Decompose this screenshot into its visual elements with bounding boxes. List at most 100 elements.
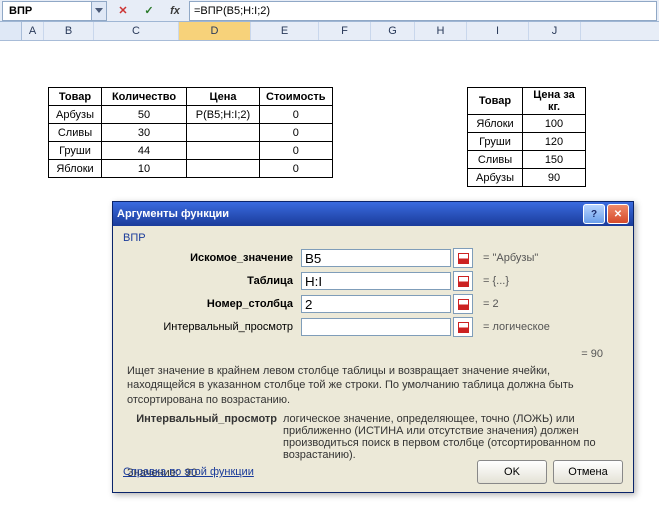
dialog-title: Аргументы функции xyxy=(117,208,229,220)
argument-text: логическое значение, определяющее, точно… xyxy=(283,413,619,461)
range-select-button[interactable] xyxy=(453,271,473,291)
help-link[interactable]: Справка по этой функции xyxy=(123,466,254,478)
cell[interactable] xyxy=(187,142,260,160)
table-row: Арбузы90 xyxy=(468,169,586,187)
cancel-formula-button[interactable]: ✕ xyxy=(113,2,133,20)
table-row: Яблоки100 xyxy=(468,115,586,133)
cell[interactable]: 100 xyxy=(523,115,586,133)
col-header-F[interactable]: F xyxy=(319,22,371,40)
cell[interactable]: 44 xyxy=(102,142,187,160)
select-all-corner[interactable] xyxy=(0,22,22,40)
price-table: Товар Цена за кг. Яблоки100 Груши120 Сли… xyxy=(467,87,586,187)
arg-result: = 2 xyxy=(483,298,499,310)
name-box-dropdown[interactable] xyxy=(92,1,107,21)
function-description: Ищет значение в крайнем левом столбце та… xyxy=(127,364,619,407)
col-product: Товар xyxy=(468,88,523,115)
table-row: Груши120 xyxy=(468,133,586,151)
table-row: Яблоки10 0 xyxy=(49,160,333,178)
arg-result: = логическое xyxy=(483,321,550,333)
arg-row: Таблица = {...} xyxy=(123,271,623,291)
formula-text: =ВПР(B5;H:I;2) xyxy=(194,5,270,17)
arg-label: Номер_столбца xyxy=(123,298,301,310)
arg-row: Интервальный_просмотр = логическое xyxy=(123,317,623,337)
goods-table: Товар Количество Цена Стоимость Арбузы50… xyxy=(48,87,333,178)
table-header-row: Товар Цена за кг. xyxy=(468,88,586,115)
fx-button[interactable]: fx xyxy=(165,2,185,20)
col-product: Товар xyxy=(49,88,102,106)
cell[interactable]: Сливы xyxy=(468,151,523,169)
arg-input-col-index[interactable] xyxy=(301,295,451,313)
column-headers: A B C D E F G H I J xyxy=(0,22,659,41)
range-select-button[interactable] xyxy=(453,317,473,337)
cell[interactable] xyxy=(187,124,260,142)
name-box[interactable] xyxy=(2,1,92,21)
arg-result: = {...} xyxy=(483,275,509,287)
help-button[interactable]: ? xyxy=(583,204,605,224)
cell[interactable]: 30 xyxy=(102,124,187,142)
cell[interactable]: 120 xyxy=(523,133,586,151)
cell[interactable]: 10 xyxy=(102,160,187,178)
range-select-button[interactable] xyxy=(453,294,473,314)
range-ref-icon xyxy=(458,299,469,310)
argument-description: Интервальный_просмотр логическое значени… xyxy=(127,413,619,461)
range-ref-icon xyxy=(458,253,469,264)
col-header-H[interactable]: H xyxy=(415,22,467,40)
argument-name: Интервальный_просмотр xyxy=(127,413,283,461)
cancel-button[interactable]: Отмена xyxy=(553,460,623,484)
col-header-G[interactable]: G xyxy=(371,22,415,40)
cell[interactable]: Груши xyxy=(49,142,102,160)
accept-formula-button[interactable]: ✓ xyxy=(139,2,159,20)
range-ref-icon xyxy=(458,276,469,287)
col-header-A[interactable]: A xyxy=(22,22,44,40)
col-header-D[interactable]: D xyxy=(179,22,251,40)
col-header-C[interactable]: C xyxy=(94,22,179,40)
arg-row: Номер_столбца = 2 xyxy=(123,294,623,314)
arg-input-table[interactable] xyxy=(301,272,451,290)
cell[interactable]: 0 xyxy=(260,142,333,160)
close-button[interactable]: ✕ xyxy=(607,204,629,224)
table-header-row: Товар Количество Цена Стоимость xyxy=(49,88,333,106)
cell[interactable]: Арбузы xyxy=(468,169,523,187)
cell[interactable]: 0 xyxy=(260,160,333,178)
formula-input[interactable]: =ВПР(B5;H:I;2) xyxy=(189,1,657,21)
cell[interactable]: Арбузы xyxy=(49,106,102,124)
cell-editing[interactable]: Р(B5;H:I;2) xyxy=(187,106,260,124)
arg-label: Таблица xyxy=(123,275,301,287)
spreadsheet-grid[interactable]: Товар Количество Цена Стоимость Арбузы50… xyxy=(0,41,659,508)
col-qty: Количество xyxy=(102,88,187,106)
formula-bar: ✕ ✓ fx =ВПР(B5;H:I;2) xyxy=(0,0,659,22)
table-row: Сливы30 0 xyxy=(49,124,333,142)
table-row: Груши44 0 xyxy=(49,142,333,160)
ok-button[interactable]: OK xyxy=(477,460,547,484)
col-price: Цена xyxy=(187,88,260,106)
formula-result: = 90 xyxy=(123,348,623,360)
cell[interactable]: 0 xyxy=(260,124,333,142)
dialog-titlebar[interactable]: Аргументы функции ? ✕ xyxy=(113,202,633,226)
cell[interactable]: Груши xyxy=(468,133,523,151)
cell[interactable]: Яблоки xyxy=(49,160,102,178)
arg-row: Искомое_значение = "Арбузы" xyxy=(123,248,623,268)
cell[interactable]: Сливы xyxy=(49,124,102,142)
range-select-button[interactable] xyxy=(453,248,473,268)
dialog-body: ВПР Искомое_значение = "Арбузы" Таблица … xyxy=(113,226,633,492)
cell[interactable] xyxy=(187,160,260,178)
cell[interactable]: Яблоки xyxy=(468,115,523,133)
arg-input-range-lookup[interactable] xyxy=(301,318,451,336)
name-box-input[interactable] xyxy=(7,4,87,18)
col-header-E[interactable]: E xyxy=(251,22,319,40)
cell[interactable]: 50 xyxy=(102,106,187,124)
cell[interactable]: 90 xyxy=(523,169,586,187)
col-header-J[interactable]: J xyxy=(529,22,581,40)
col-header-B[interactable]: B xyxy=(44,22,94,40)
col-cost: Стоимость xyxy=(260,88,333,106)
arg-input-lookup-value[interactable] xyxy=(301,249,451,267)
range-ref-icon xyxy=(458,322,469,333)
arg-result: = "Арбузы" xyxy=(483,252,538,264)
cell[interactable]: 150 xyxy=(523,151,586,169)
function-name: ВПР xyxy=(123,232,623,244)
cell[interactable]: 0 xyxy=(260,106,333,124)
col-header-I[interactable]: I xyxy=(467,22,529,40)
arg-label: Искомое_значение xyxy=(123,252,301,264)
table-row: Арбузы50Р(B5;H:I;2)0 xyxy=(49,106,333,124)
chevron-down-icon xyxy=(95,8,103,13)
